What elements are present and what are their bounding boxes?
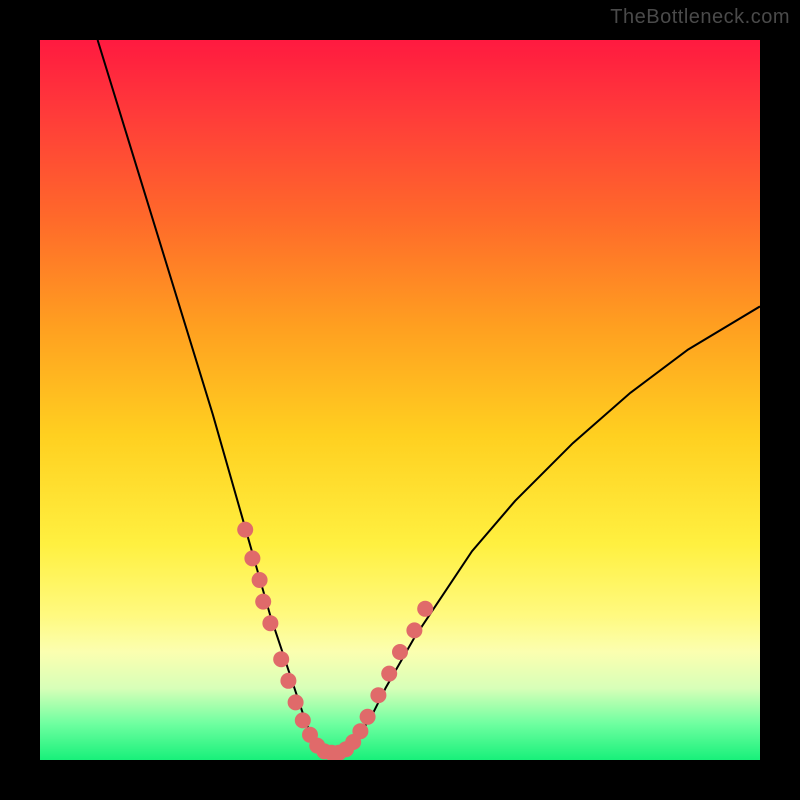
data-point bbox=[244, 550, 260, 566]
chart-svg bbox=[40, 40, 760, 760]
data-point bbox=[352, 723, 368, 739]
chart-frame: TheBottleneck.com bbox=[0, 0, 800, 800]
data-point bbox=[255, 594, 271, 610]
plot-area bbox=[40, 40, 760, 760]
data-points-group bbox=[237, 522, 433, 760]
data-point bbox=[392, 644, 408, 660]
watermark-text: TheBottleneck.com bbox=[610, 6, 790, 29]
data-point bbox=[370, 687, 386, 703]
data-point bbox=[360, 709, 376, 725]
data-point bbox=[381, 666, 397, 682]
data-point bbox=[237, 522, 253, 538]
bottleneck-curve bbox=[98, 40, 760, 753]
data-point bbox=[273, 651, 289, 667]
data-point bbox=[252, 572, 268, 588]
data-point bbox=[288, 694, 304, 710]
data-point bbox=[262, 615, 278, 631]
data-point bbox=[417, 601, 433, 617]
data-point bbox=[406, 622, 422, 638]
data-point bbox=[295, 712, 311, 728]
data-point bbox=[280, 673, 296, 689]
